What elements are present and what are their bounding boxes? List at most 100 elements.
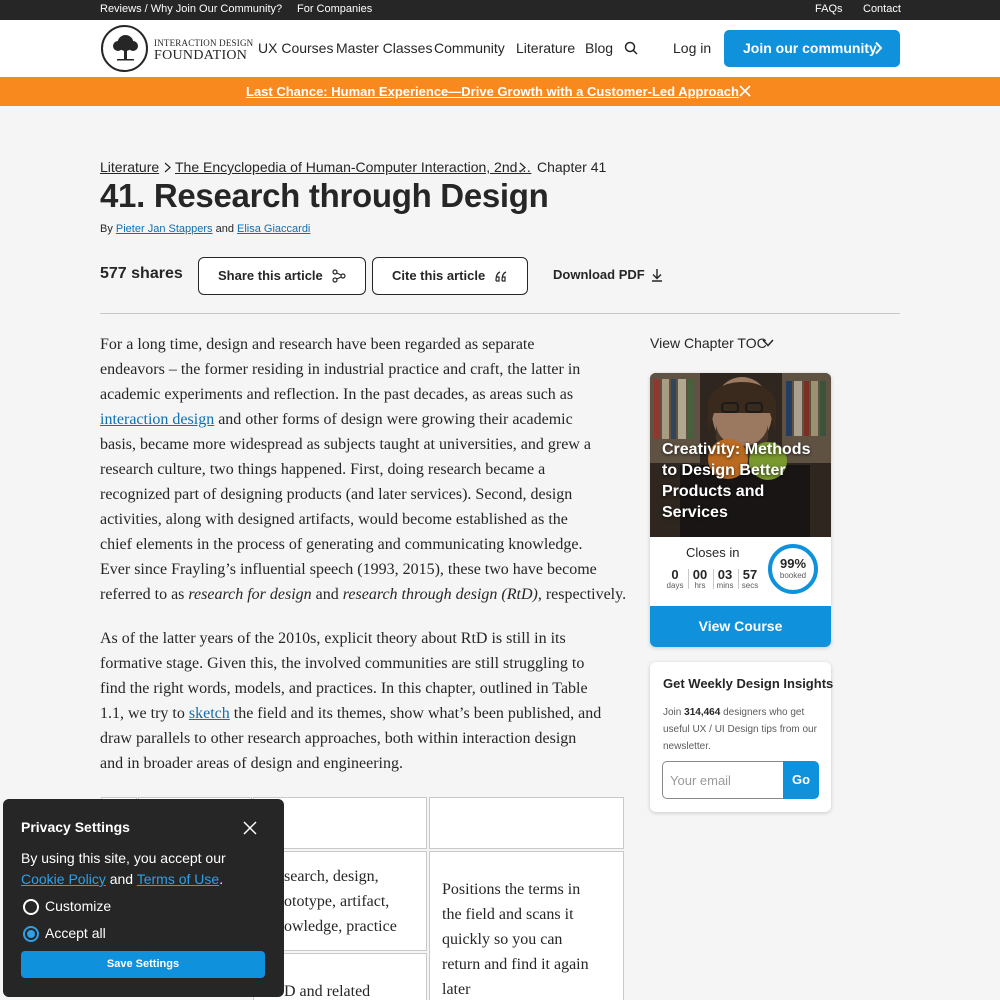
- countdown-unit: secs: [741, 581, 759, 590]
- text-fragment: referred to as: [100, 586, 185, 603]
- cite-article-label: Cite this article: [392, 268, 486, 283]
- article-paragraph: For a long time, design and research hav…: [100, 332, 630, 607]
- join-community-button[interactable]: Join our community: [724, 30, 900, 67]
- text-line: 1.1, we try to sketch the field and its …: [100, 701, 630, 726]
- chevron-right-icon: [875, 41, 883, 55]
- text-line: return and find it again: [442, 956, 589, 973]
- ixdf-logo[interactable]: INTERACTION DESIGN FOUNDATION: [101, 24, 253, 74]
- author-link[interactable]: Elisa Giaccardi: [237, 223, 310, 235]
- text-line: draw parallels to other research approac…: [100, 730, 577, 747]
- cookie-policy-link[interactable]: Cookie Policy: [21, 871, 106, 887]
- search-icon[interactable]: [624, 41, 638, 55]
- text-fragment: .: [219, 871, 224, 887]
- reviews-link[interactable]: Reviews / Why Join Our Community?: [100, 3, 282, 15]
- text-line: As of the latter years of the 2010s, exp…: [100, 630, 566, 647]
- close-icon[interactable]: [243, 821, 257, 835]
- emphasis: research through design (RtD): [342, 586, 538, 603]
- emphasis: research for design: [188, 586, 312, 603]
- nav-ux-courses[interactable]: UX Courses: [258, 40, 333, 56]
- text-line: Ever since Frayling’s influential speech…: [100, 561, 597, 578]
- countdown-unit: days: [666, 581, 684, 590]
- interaction-design-link[interactable]: interaction design: [100, 411, 214, 428]
- join-community-label: Join our community: [743, 40, 877, 56]
- privacy-title: Privacy Settings: [21, 819, 130, 835]
- text-fragment: and: [315, 586, 339, 603]
- nav-master-classes[interactable]: Master Classes: [336, 40, 432, 56]
- countdown-unit: hrs: [694, 581, 706, 590]
- customize-label[interactable]: Customize: [45, 898, 111, 914]
- newsletter-description: Join 314,464 designers who get useful UX…: [663, 704, 823, 755]
- chevron-down-icon[interactable]: [762, 339, 774, 347]
- view-chapter-toc[interactable]: View Chapter TOC: [650, 335, 767, 351]
- text-line: research culture, two things happened. F…: [100, 461, 546, 478]
- text-line: formative stage. Given this, the involve…: [100, 655, 585, 672]
- nav-community[interactable]: Community: [434, 40, 505, 56]
- text-fragment: and other forms of design were growing t…: [218, 411, 573, 428]
- email-input[interactable]: [662, 761, 783, 799]
- view-course-button[interactable]: View Course: [650, 606, 831, 647]
- text-line: and in broader areas of design and engin…: [100, 755, 403, 772]
- share-icon: [332, 269, 346, 283]
- close-icon[interactable]: [739, 85, 751, 97]
- privacy-text: By using this site, you accept our Cooki…: [21, 848, 271, 890]
- newsletter-card: Get Weekly Design Insights Join 314,464 …: [650, 662, 833, 812]
- article-paragraph: As of the latter years of the 2010s, exp…: [100, 626, 630, 776]
- table-cell: [429, 797, 624, 849]
- contact-link[interactable]: Contact: [863, 3, 901, 15]
- cite-article-button[interactable]: Cite this article: [372, 257, 528, 295]
- text-line: referred to as research for design and r…: [100, 582, 630, 607]
- text-line: the field and scans it: [442, 906, 574, 923]
- countdown-mins: 03: [717, 567, 733, 582]
- text-fragment: By using this site, you accept our: [21, 850, 226, 866]
- text-line: chief elements in the process of generat…: [100, 536, 583, 553]
- for-companies-link[interactable]: For Companies: [297, 3, 372, 15]
- save-settings-button[interactable]: Save Settings: [21, 951, 265, 978]
- text-line: find the right words, models, and practi…: [100, 680, 588, 697]
- privacy-settings-dialog: Privacy Settings By using this site, you…: [3, 799, 284, 997]
- course-card[interactable]: Creativity: Methods to Design Better Pro…: [650, 373, 831, 647]
- breadcrumb-encyclopedia[interactable]: The Encyclopedia of Human-Computer Inter…: [175, 159, 531, 175]
- download-pdf-link[interactable]: Download PDF: [553, 267, 645, 282]
- page-title: 41. Research through Design: [100, 177, 549, 214]
- booked-label: booked: [779, 571, 807, 580]
- sketch-link[interactable]: sketch: [189, 705, 230, 722]
- course-image: Creativity: Methods to Design Better Pro…: [650, 373, 831, 537]
- chevron-right-icon: [164, 162, 171, 173]
- terms-of-use-link[interactable]: Terms of Use: [137, 871, 219, 887]
- author-link[interactable]: Pieter Jan Stappers: [116, 223, 213, 235]
- text-line: endeavors – the former residing in indus…: [100, 361, 581, 378]
- breadcrumb-literature[interactable]: Literature: [100, 159, 159, 175]
- countdown-hours: 00: [692, 567, 708, 582]
- download-icon[interactable]: [651, 268, 663, 282]
- divider: [100, 313, 900, 314]
- text-fragment: the field and its themes, show what’s be…: [233, 705, 602, 722]
- logo-line2: FOUNDATION: [154, 48, 248, 63]
- chevron-right-icon: [519, 162, 526, 173]
- tree-logo-icon: [101, 25, 148, 72]
- promo-banner: Last Chance: Human Experience—Drive Grow…: [0, 77, 1000, 106]
- newsletter-go-button[interactable]: Go: [783, 761, 819, 799]
- breadcrumb-current: Chapter 41: [537, 159, 607, 175]
- text-line: owledge, practice: [284, 918, 397, 935]
- booked-progress-ring: 99% booked: [768, 544, 818, 594]
- text-line: recognized part of designing products (a…: [100, 486, 573, 503]
- accept-all-radio[interactable]: [23, 926, 39, 942]
- login-link[interactable]: Log in: [673, 40, 711, 56]
- share-article-label: Share this article: [218, 268, 323, 283]
- booked-percent: 99%: [779, 556, 807, 571]
- course-title: Creativity: Methods to Design Better Pro…: [662, 441, 811, 521]
- share-article-button[interactable]: Share this article: [198, 257, 366, 295]
- faqs-link[interactable]: FAQs: [815, 3, 843, 15]
- nav-literature[interactable]: Literature: [516, 40, 575, 56]
- promo-banner-link[interactable]: Last Chance: Human Experience—Drive Grow…: [246, 84, 739, 99]
- text-line: quickly so you can: [442, 931, 563, 948]
- site-header: INTERACTION DESIGN FOUNDATION UX Courses…: [0, 20, 1000, 77]
- countdown-days: 0: [671, 567, 679, 582]
- accept-all-label[interactable]: Accept all: [45, 925, 106, 941]
- table-cell-text: search, design, ototype, artifact, owled…: [284, 864, 397, 939]
- nav-blog[interactable]: Blog: [585, 40, 613, 56]
- customize-radio[interactable]: [23, 899, 39, 915]
- text-line: For a long time, design and research hav…: [100, 336, 535, 353]
- byline: By Pieter Jan Stappers and Elisa Giaccar…: [100, 223, 310, 235]
- countdown-unit: mins: [716, 581, 734, 590]
